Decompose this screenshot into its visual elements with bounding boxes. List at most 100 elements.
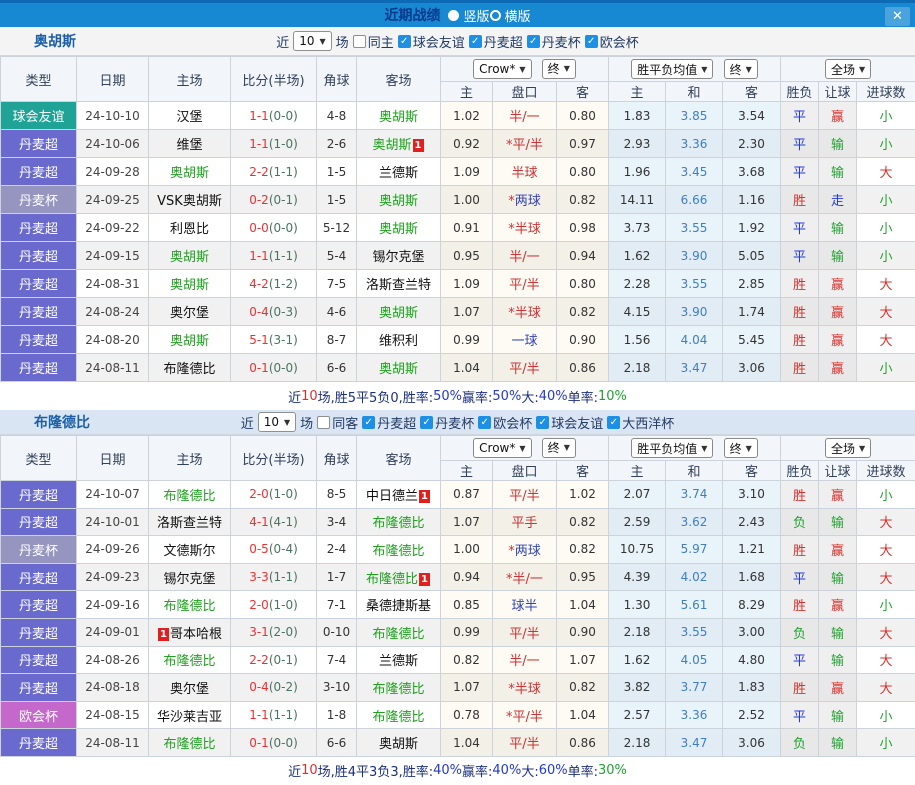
same-venue-checkbox[interactable]: 同客 bbox=[317, 413, 358, 432]
full-time-score: 2-0 bbox=[249, 598, 269, 612]
match-type-badge: 丹麦超 bbox=[1, 729, 77, 757]
match-date: 24-09-15 bbox=[77, 242, 149, 270]
col-header: 比分(半场) bbox=[231, 436, 317, 481]
home-team-cell: 奥尔堡 bbox=[149, 674, 231, 702]
draw-odds: 3.36 bbox=[666, 701, 723, 729]
bookmaker-select[interactable]: Crow*▼ bbox=[473, 438, 531, 458]
draw-odds: 4.04 bbox=[666, 326, 723, 354]
home-team-cell: 锡尔克堡 bbox=[149, 563, 231, 591]
match-result: 平 bbox=[781, 102, 819, 130]
away-team-cell: 中日德兰1 bbox=[357, 481, 441, 509]
league-checkbox[interactable]: ✓大西洋杯 bbox=[607, 413, 674, 432]
col-header: 盘口 bbox=[493, 461, 557, 481]
win-odds: 1.83 bbox=[609, 102, 666, 130]
home-team-cell: VSK奥胡斯 bbox=[149, 186, 231, 214]
wdl-time-select[interactable]: 终▼ bbox=[724, 438, 758, 458]
win-odds: 1.96 bbox=[609, 158, 666, 186]
match-result: 平 bbox=[781, 158, 819, 186]
match-count-select[interactable]: 10 ▼ bbox=[293, 31, 331, 51]
corner-cell: 5-12 bbox=[317, 214, 357, 242]
league-checkbox[interactable]: ✓丹麦杯 bbox=[420, 413, 474, 432]
summary-segment: 胜率: bbox=[403, 387, 433, 406]
away-odds: 0.82 bbox=[557, 508, 609, 536]
team-label: 文德斯尔 bbox=[163, 544, 215, 559]
checkbox-unchecked-icon bbox=[317, 416, 330, 429]
half-time-score: (1-0) bbox=[269, 487, 298, 501]
score-cell: 3-3(1-1) bbox=[231, 563, 317, 591]
corner-cell: 0-10 bbox=[317, 618, 357, 646]
home-odds: 1.07 bbox=[441, 508, 493, 536]
odds-time-select[interactable]: 终▼ bbox=[542, 438, 576, 458]
win-odds: 3.73 bbox=[609, 214, 666, 242]
chevron-down-icon: ▼ bbox=[859, 444, 865, 453]
away-odds: 0.82 bbox=[557, 298, 609, 326]
wdl-time-select[interactable]: 终▼ bbox=[724, 59, 758, 79]
red-card-badge: 1 bbox=[158, 628, 169, 641]
full-time-score: 1-1 bbox=[249, 137, 269, 151]
draw-odds: 4.02 bbox=[666, 563, 723, 591]
col-header: 进球数 bbox=[857, 461, 915, 481]
match-result: 胜 bbox=[781, 298, 819, 326]
away-odds: 0.94 bbox=[557, 242, 609, 270]
league-checkbox[interactable]: ✓丹麦超 bbox=[362, 413, 416, 432]
match-type-badge: 欧会杯 bbox=[1, 701, 77, 729]
checkbox-checked-icon: ✓ bbox=[607, 416, 620, 429]
half-time-score: (1-1) bbox=[269, 708, 298, 722]
period-select[interactable]: 全场▼ bbox=[825, 438, 871, 458]
team-label: 洛斯查兰特 bbox=[366, 278, 431, 293]
match-type-badge: 丹麦超 bbox=[1, 214, 77, 242]
col-header: 客 bbox=[557, 82, 609, 102]
team-label: 奥胡斯 bbox=[379, 110, 418, 125]
match-date: 24-08-31 bbox=[77, 270, 149, 298]
match-result: 胜 bbox=[781, 536, 819, 564]
corner-cell: 1-5 bbox=[317, 158, 357, 186]
bookmaker-select[interactable]: Crow*▼ bbox=[473, 59, 531, 79]
league-checkbox[interactable]: ✓欧会杯 bbox=[478, 413, 532, 432]
handicap-result: 赢 bbox=[819, 591, 857, 619]
layout-radio[interactable]: 横版 bbox=[490, 6, 531, 25]
col-header: 让球 bbox=[819, 82, 857, 102]
team-label: 汉堡 bbox=[176, 110, 202, 125]
wdl-mode-select[interactable]: 胜平负均值▼ bbox=[631, 438, 713, 458]
match-result: 平 bbox=[781, 214, 819, 242]
handicap-cell: 平/半 bbox=[493, 618, 557, 646]
team-label: 哥本哈根 bbox=[170, 627, 222, 642]
match-result: 平 bbox=[781, 242, 819, 270]
away-team-cell: 布隆德比 bbox=[357, 701, 441, 729]
half-time-score: (1-1) bbox=[269, 165, 298, 179]
same-venue-checkbox[interactable]: 同主 bbox=[353, 32, 394, 51]
away-odds: 0.98 bbox=[557, 214, 609, 242]
league-checkbox[interactable]: ✓球会友谊 bbox=[398, 32, 465, 51]
match-date: 24-09-28 bbox=[77, 158, 149, 186]
team-label: 华沙莱吉亚 bbox=[157, 710, 222, 725]
corner-cell: 3-4 bbox=[317, 508, 357, 536]
away-odds: 1.04 bbox=[557, 701, 609, 729]
close-button[interactable]: ✕ bbox=[885, 7, 910, 26]
draw-odds: 3.90 bbox=[666, 298, 723, 326]
goals-result: 小 bbox=[857, 102, 915, 130]
col-header: 客 bbox=[723, 461, 781, 481]
handicap-result: 输 bbox=[819, 563, 857, 591]
handicap-result: 输 bbox=[819, 646, 857, 674]
matches-table: 类型 日期 主场 比分(半场) 角球 客场 Crow*▼ 终▼ 胜平负均值▼ 终… bbox=[0, 56, 915, 382]
draw-odds: 5.97 bbox=[666, 536, 723, 564]
goals-result: 大 bbox=[857, 326, 915, 354]
period-select[interactable]: 全场▼ bbox=[825, 59, 871, 79]
chevron-down-icon: ▼ bbox=[746, 444, 752, 453]
summary-segment: 大: bbox=[521, 761, 538, 780]
match-count-value: 10 bbox=[264, 415, 279, 429]
summary-segment: 10 bbox=[301, 389, 318, 404]
league-checkbox[interactable]: ✓球会友谊 bbox=[536, 413, 603, 432]
league-checkbox[interactable]: ✓欧会杯 bbox=[585, 32, 639, 51]
league-checkbox[interactable]: ✓丹麦超 bbox=[469, 32, 523, 51]
match-date: 24-09-16 bbox=[77, 591, 149, 619]
match-count-select[interactable]: 10 ▼ bbox=[258, 412, 296, 432]
league-checkbox[interactable]: ✓丹麦杯 bbox=[527, 32, 581, 51]
layout-radio[interactable]: 竖版 bbox=[448, 6, 489, 25]
away-team-cell: 奥胡斯 bbox=[357, 729, 441, 757]
wdl-mode-select[interactable]: 胜平负均值▼ bbox=[631, 59, 713, 79]
team-label: 奥胡斯 bbox=[379, 362, 418, 377]
lose-odds: 4.80 bbox=[723, 646, 781, 674]
odds-time-select[interactable]: 终▼ bbox=[542, 59, 576, 79]
win-odds: 2.93 bbox=[609, 130, 666, 158]
